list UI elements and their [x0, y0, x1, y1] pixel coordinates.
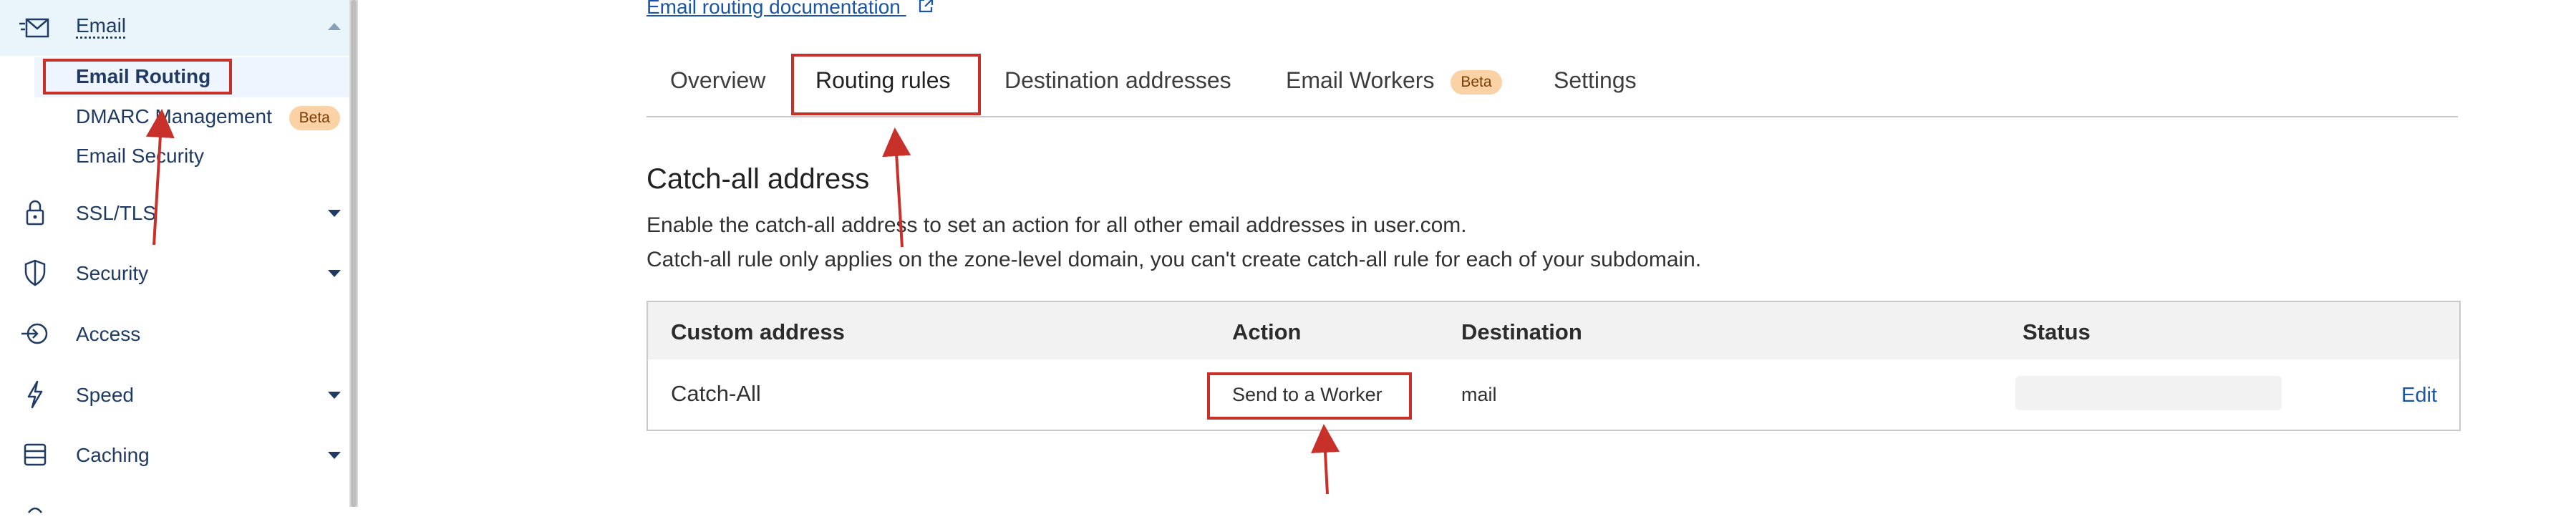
beta-badge: Beta — [289, 105, 340, 130]
tab-email-workers[interactable]: Email Workers Beta — [1286, 67, 1502, 95]
annotation-box-send-to-worker — [1207, 372, 1412, 420]
access-icon — [19, 317, 52, 350]
sidebar-item-ssl-tls[interactable]: SSL/TLS — [0, 199, 349, 228]
sidebar-item-security[interactable]: Security — [0, 259, 349, 288]
beta-badge: Beta — [1451, 69, 1502, 95]
table-header: Custom address Action Destination Status — [648, 302, 2459, 359]
sidebar-item-access[interactable]: Access — [0, 320, 349, 349]
envelope-icon — [19, 11, 52, 44]
custom-address-cell: Catch-All — [671, 381, 761, 406]
sidebar-item-next-partial[interactable] — [0, 494, 349, 516]
sidebar-item-label: Email — [76, 14, 127, 37]
catch-all-table: Custom address Action Destination Status… — [647, 301, 2461, 431]
sidebar-item-label: Access — [76, 323, 141, 345]
edit-link[interactable]: Edit — [2401, 384, 2437, 407]
column-header-custom-address: Custom address — [671, 319, 845, 344]
annotation-box-email-routing — [43, 59, 232, 95]
sidebar-subitem-email-security[interactable]: Email Security — [76, 145, 204, 168]
column-header-action: Action — [1232, 319, 1302, 344]
sidebar-item-label: Security — [76, 262, 149, 284]
sidebar-subitem-label: DMARC Management — [76, 105, 272, 127]
email-routing-documentation-link[interactable]: Email routing documentation — [647, 0, 935, 20]
external-link-icon — [916, 0, 935, 20]
sidebar-item-label: Caching — [76, 444, 150, 466]
sidebar-item-email[interactable]: Email — [0, 0, 349, 56]
chevron-down-icon[interactable] — [328, 210, 341, 217]
column-header-status: Status — [2023, 319, 2091, 344]
sidebar-subitem-dmarc-management[interactable]: DMARC Management Beta — [76, 105, 340, 130]
tab-settings[interactable]: Settings — [1554, 67, 1637, 94]
sidebar-scrollbar[interactable] — [349, 0, 358, 507]
lock-icon — [19, 196, 52, 229]
description-line-2: Catch-all rule only applies on the zone-… — [647, 248, 1702, 271]
chevron-down-icon[interactable] — [328, 270, 341, 277]
partial-icon — [19, 494, 52, 527]
tab-overview[interactable]: Overview — [670, 67, 765, 94]
tab-destination-addresses[interactable]: Destination addresses — [1004, 67, 1231, 94]
server-stack-icon — [19, 438, 52, 471]
shield-icon — [19, 256, 52, 289]
chevron-up-icon[interactable] — [328, 23, 341, 30]
destination-cell: mail — [1461, 384, 1497, 405]
chevron-down-icon[interactable] — [328, 392, 341, 399]
sidebar-item-label: SSL/TLS — [76, 202, 157, 224]
tab-label: Email Workers — [1286, 67, 1435, 93]
sidebar-item-label: Speed — [76, 384, 134, 406]
status-toggle-placeholder[interactable] — [2015, 376, 2282, 410]
section-title: Catch-all address — [647, 163, 870, 195]
column-header-destination: Destination — [1461, 319, 1582, 344]
annotation-box-routing-rules — [791, 54, 981, 115]
lightning-icon — [19, 378, 52, 411]
sidebar-item-caching[interactable]: Caching — [0, 441, 349, 470]
chevron-down-icon[interactable] — [328, 452, 341, 459]
doc-link-label: Email routing documentation — [647, 0, 901, 18]
sidebar-item-speed[interactable]: Speed — [0, 378, 349, 411]
main-content: Email routing documentation Overview Rou… — [358, 0, 2576, 507]
scrollbar-thumb[interactable] — [351, 0, 357, 507]
description-line-1: Enable the catch-all address to set an a… — [647, 213, 1467, 237]
